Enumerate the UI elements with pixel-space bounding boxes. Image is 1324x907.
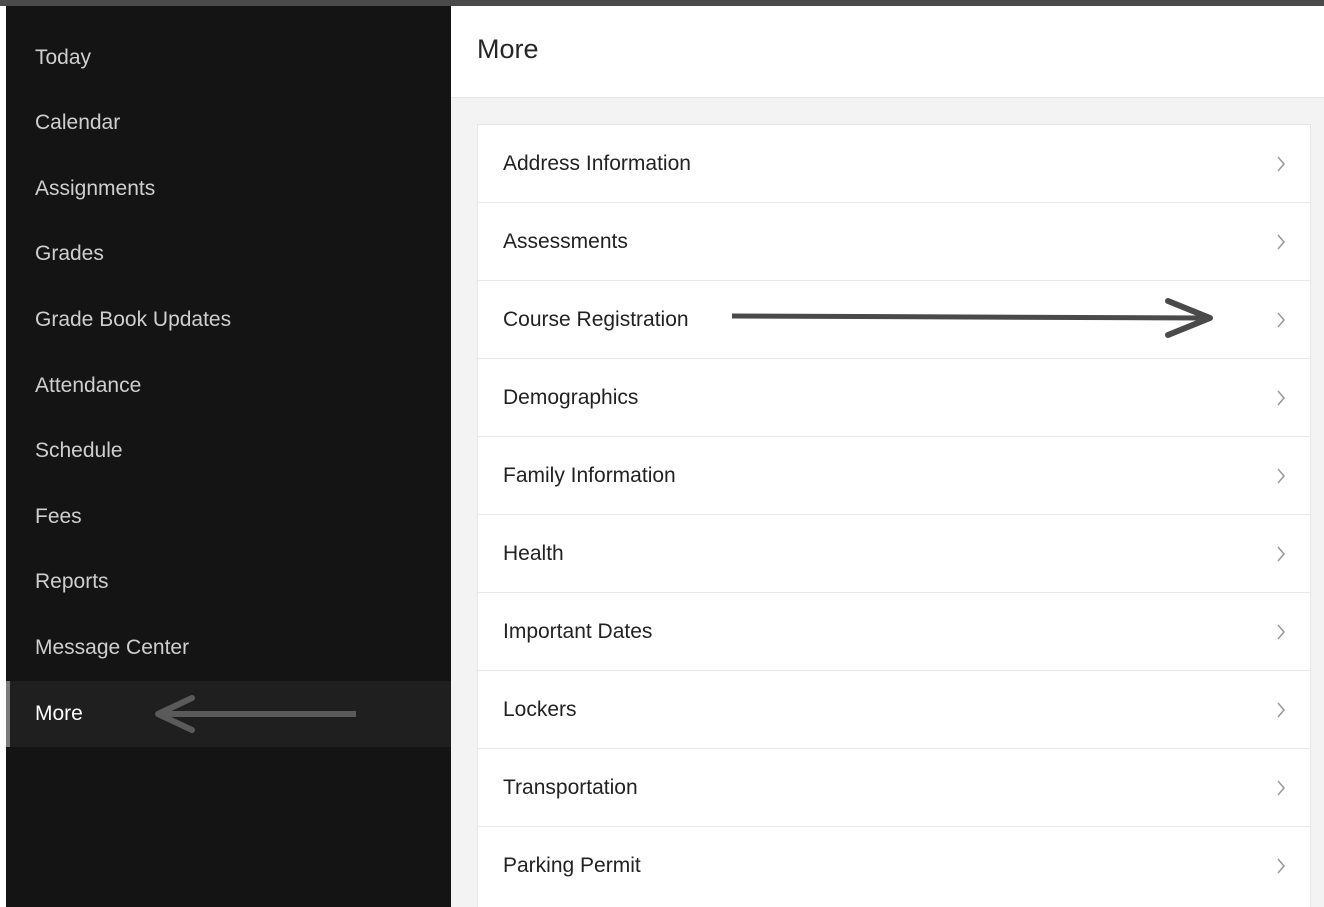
chevron-right-icon [1277,545,1286,562]
sidebar-item-label: Today [35,46,92,69]
list-item-parking-permit[interactable]: Parking Permit [478,827,1310,905]
list-item-label: Lockers [503,697,577,721]
chevron-right-icon [1277,389,1286,406]
chevron-right-icon [1277,467,1286,484]
list-item-label: Transportation [503,775,638,799]
sidebar-item-label: Calendar [35,111,121,134]
sidebar-item-label: Grade Book Updates [35,308,232,331]
list-item-label: Important Dates [503,619,653,643]
sidebar-item-calendar[interactable]: Calendar [6,90,451,156]
sidebar-item-fees[interactable]: Fees [6,484,451,550]
chevron-right-icon [1277,701,1286,718]
chevron-right-icon [1277,233,1286,250]
chevron-right-icon [1277,155,1286,172]
list-item-assessments[interactable]: Assessments [478,203,1310,281]
sidebar-item-grades[interactable]: Grades [6,221,451,287]
sidebar-item-label: Attendance [35,374,142,397]
sidebar-item-more[interactable]: More [6,681,451,747]
sidebar: Today Calendar Assignments Grades Grade … [6,6,451,907]
list-item-label: Address Information [503,151,691,175]
sidebar-item-today[interactable]: Today [6,25,451,91]
list-item-family-information[interactable]: Family Information [478,437,1310,515]
list-item-demographics[interactable]: Demographics [478,359,1310,437]
chevron-right-icon [1277,779,1286,796]
sidebar-item-grade-book-updates[interactable]: Grade Book Updates [6,287,451,353]
chevron-right-icon [1277,311,1286,328]
main-header: More [451,6,1324,98]
list-item-transportation[interactable]: Transportation [478,749,1310,827]
sidebar-item-label: Message Center [35,636,190,659]
list-item-important-dates[interactable]: Important Dates [478,593,1310,671]
chevron-right-icon [1277,858,1286,874]
sidebar-item-message-center[interactable]: Message Center [6,615,451,681]
main-panel: More Address Information Assessments Cou… [451,6,1324,907]
list-item-label: Parking Permit [503,854,641,877]
list-item-label: Demographics [503,385,639,409]
list-item-address-information[interactable]: Address Information [478,125,1310,203]
list-item-health[interactable]: Health [478,515,1310,593]
sidebar-item-schedule[interactable]: Schedule [6,418,451,484]
sidebar-item-label: More [35,702,83,725]
sidebar-item-assignments[interactable]: Assignments [6,156,451,222]
sidebar-item-label: Schedule [35,439,123,462]
page-title: More [477,34,539,64]
sidebar-item-label: Assignments [35,177,156,200]
sidebar-item-label: Reports [35,570,109,593]
sidebar-item-label: Grades [35,242,104,265]
more-list: Address Information Assessments Course R… [477,124,1311,907]
list-item-course-registration[interactable]: Course Registration [478,281,1310,359]
list-item-label: Family Information [503,463,676,487]
sidebar-item-label: Fees [35,505,82,528]
app-window: Today Calendar Assignments Grades Grade … [0,0,1324,907]
list-item-lockers[interactable]: Lockers [478,671,1310,749]
list-item-label: Assessments [503,229,628,253]
sidebar-item-reports[interactable]: Reports [6,549,451,615]
chevron-right-icon [1277,623,1286,640]
list-item-label: Course Registration [503,307,689,331]
sidebar-item-attendance[interactable]: Attendance [6,353,451,419]
list-item-label: Health [503,541,564,565]
